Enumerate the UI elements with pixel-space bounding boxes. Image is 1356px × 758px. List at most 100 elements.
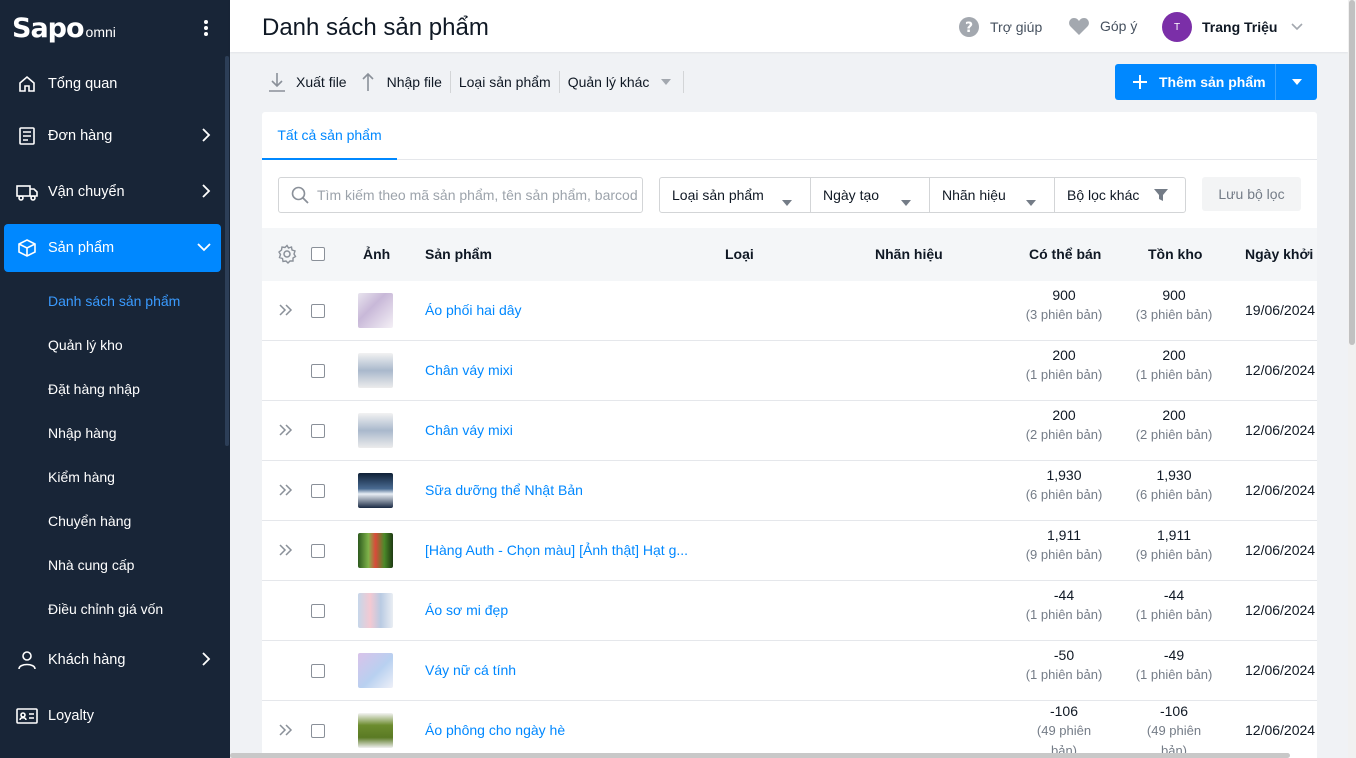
table-row[interactable]: Sữa dưỡng thể Nhật Bản 1,930 (6 phiên bản)… (262, 461, 1317, 521)
chevron-right-icon (201, 652, 211, 670)
page-scrollbar-thumb[interactable] (1349, 0, 1355, 345)
sidebar-item-loyalty[interactable]: Loyalty (4, 692, 221, 740)
sidebar-sub-inventory[interactable]: Quản lý kho (48, 337, 123, 353)
expand-variants-icon[interactable] (279, 423, 293, 440)
product-thumbnail[interactable] (358, 353, 393, 388)
sidebar-sub-supplier[interactable]: Nhà cung cấp (48, 557, 134, 573)
product-thumbnail[interactable] (358, 593, 393, 628)
available-value: 1,911 (1047, 527, 1081, 543)
sidebar-sub-cost-adjust[interactable]: Điều chỉnh giá vốn (48, 601, 163, 617)
product-thumbnail[interactable] (358, 653, 393, 688)
filter-label: Ngày tạo (823, 187, 880, 203)
user-menu[interactable]: T Trang Triệu (1162, 12, 1304, 42)
stock-cell: 900 (3 phiên bản) (1129, 285, 1219, 325)
sidebar-sub-stocktake[interactable]: Kiểm hàng (48, 469, 115, 485)
stock-cell: 200 (2 phiên bản) (1129, 405, 1219, 445)
stock-value: 1,911 (1157, 527, 1191, 543)
add-product-dropdown[interactable] (1276, 64, 1317, 100)
page-title: Danh sách sản phẩm (262, 14, 489, 41)
expand-variants-icon[interactable] (279, 723, 293, 740)
manage-more-dropdown[interactable]: Quản lý khác (568, 74, 672, 90)
table-row[interactable]: [Hàng Auth - Chọn màu] [Ảnh thật] Hạt g.… (262, 521, 1317, 581)
row-checkbox[interactable] (311, 304, 325, 318)
row-checkbox[interactable] (311, 364, 325, 378)
select-all-checkbox[interactable] (311, 247, 325, 261)
column-product[interactable]: Sản phẩm (425, 246, 492, 262)
product-name-link[interactable]: Áo phông cho ngày hè (425, 722, 565, 738)
filter-product-type[interactable]: Loại sản phẩm (660, 178, 811, 212)
row-checkbox[interactable] (311, 664, 325, 678)
expand-variants-icon[interactable] (279, 303, 293, 320)
available-cell: 1,930 (6 phiên bản) (1019, 465, 1109, 505)
expand-variants-icon[interactable] (279, 543, 293, 560)
product-thumbnail[interactable] (358, 293, 393, 328)
start-date-cell: 12/06/2024 (1245, 662, 1316, 678)
sidebar-item-products[interactable]: Sản phẩm (4, 224, 221, 272)
available-value: 200 (1052, 407, 1076, 423)
product-name-link[interactable]: Áo phối hai dây (425, 302, 522, 318)
filter-other[interactable]: Bộ lọc khác (1055, 178, 1185, 212)
sidebar-item-shipping[interactable]: Vận chuyển (4, 168, 221, 216)
column-type[interactable]: Loại (725, 246, 754, 262)
more-vertical-icon[interactable] (200, 18, 212, 38)
sidebar-sub-transfer[interactable]: Chuyển hàng (48, 513, 131, 529)
caret-down-icon (1026, 193, 1036, 209)
caret-down-icon (901, 193, 911, 209)
table-row[interactable]: Chân váy mixi 200 (1 phiên bản) 200 (1 phiên… (262, 341, 1317, 401)
column-stock[interactable]: Tồn kho (1148, 246, 1202, 262)
row-checkbox[interactable] (311, 544, 325, 558)
available-variants: (1 phiên bản) (1025, 607, 1103, 622)
save-filter-button[interactable]: Lưu bộ lọc (1202, 177, 1301, 211)
product-thumbnail[interactable] (358, 413, 393, 448)
help-link[interactable]: ? Trợ giúp (958, 16, 1042, 38)
available-cell: -44 (1 phiên bản) (1019, 585, 1109, 625)
column-start-date[interactable]: Ngày khởi t (1245, 246, 1317, 262)
search-input[interactable] (317, 187, 637, 203)
sidebar-sub-receive[interactable]: Nhập hàng (48, 425, 117, 441)
add-product-button[interactable]: Thêm sản phẩm (1115, 64, 1276, 100)
sidebar-sub-purchase-order[interactable]: Đặt hàng nhập (48, 381, 140, 397)
table-row[interactable]: Chân váy mixi 200 (2 phiên bản) 200 (2 phiên… (262, 401, 1317, 461)
feedback-link[interactable]: Góp ý (1068, 16, 1137, 36)
tab-all-products[interactable]: Tất cả sản phẩm (262, 112, 397, 160)
sidebar-item-customers[interactable]: Khách hàng (4, 636, 221, 684)
sidebar-item-orders[interactable]: Đơn hàng (4, 112, 221, 160)
table-row[interactable]: Váy nữ cá tính -50 (1 phiên bản) -49 (1 phiê… (262, 641, 1317, 701)
chevron-right-icon (201, 184, 211, 202)
row-checkbox[interactable] (311, 424, 325, 438)
stock-variants: (1 phiên bản) (1135, 367, 1213, 382)
table-row[interactable]: Áo phông cho ngày hè -106 (49 phiên bản) -1… (262, 701, 1317, 758)
product-thumbnail[interactable] (358, 713, 393, 748)
product-thumbnail[interactable] (358, 533, 393, 568)
filter-created-date[interactable]: Ngày tạo (811, 178, 930, 212)
product-type-button[interactable]: Loại sản phẩm (459, 74, 551, 90)
horizontal-scrollbar[interactable] (230, 753, 1290, 758)
filter-brand[interactable]: Nhãn hiệu (930, 178, 1055, 212)
column-brand[interactable]: Nhãn hiệu (875, 246, 943, 262)
product-name-link[interactable]: Váy nữ cá tính (425, 662, 516, 678)
page-scrollbar[interactable] (1348, 0, 1356, 758)
sidebar-scrollbar[interactable] (225, 56, 229, 446)
gear-icon[interactable] (277, 244, 297, 264)
row-checkbox[interactable] (311, 724, 325, 738)
sidebar-item-overview[interactable]: Tổng quan (4, 60, 221, 108)
expand-variants-icon[interactable] (279, 483, 293, 500)
export-button[interactable]: Xuất file (268, 71, 347, 93)
product-name-link[interactable]: Chân váy mixi (425, 422, 513, 438)
row-checkbox[interactable] (311, 484, 325, 498)
logo[interactable]: Sapo (12, 13, 85, 44)
stock-variants: (3 phiên bản) (1135, 307, 1213, 322)
product-name-link[interactable]: [Hàng Auth - Chọn màu] [Ảnh thật] Hạt g.… (425, 542, 688, 558)
row-checkbox[interactable] (311, 604, 325, 618)
product-thumbnail[interactable] (358, 473, 393, 508)
product-name-link[interactable]: Sữa dưỡng thể Nhật Bản (425, 482, 583, 498)
column-available[interactable]: Có thể bán (1029, 246, 1101, 262)
table-row[interactable]: Áo sơ mi đẹp -44 (1 phiên bản) -44 (1 phiên … (262, 581, 1317, 641)
import-button[interactable]: Nhập file (359, 71, 442, 93)
sidebar-sub-product-list[interactable]: Danh sách sản phẩm (48, 293, 180, 309)
available-value: -44 (1053, 587, 1075, 603)
product-name-link[interactable]: Chân váy mixi (425, 362, 513, 378)
search-box[interactable] (278, 177, 643, 213)
product-name-link[interactable]: Áo sơ mi đẹp (425, 602, 508, 618)
table-row[interactable]: Áo phối hai dây 900 (3 phiên bản) 900 (3 phi… (262, 281, 1317, 341)
